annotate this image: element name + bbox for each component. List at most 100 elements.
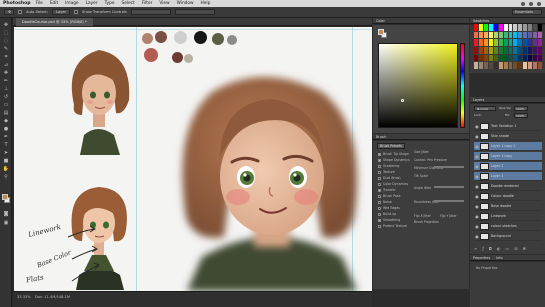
swatch-cell[interactable] [533,54,538,62]
menu-edit[interactable]: Edit [50,1,58,6]
brush-panel-tab[interactable]: Brush [373,134,469,140]
swatch-cell[interactable] [523,31,528,39]
show-transform-checkbox[interactable] [74,10,79,14]
swatch-grid[interactable] [474,24,542,69]
swatch-cell[interactable] [518,46,523,54]
swatch-cell[interactable] [523,62,528,69]
swatch-cell[interactable] [513,39,518,46]
swatch-cell[interactable] [474,62,478,69]
swatch-cell[interactable] [508,54,513,62]
hue-slider[interactable] [460,43,465,128]
swatch-cell[interactable] [538,62,542,69]
brush-option-checkbox[interactable] [378,194,381,198]
swatch-cell[interactable] [518,24,523,31]
screen-mode-icon[interactable]: ▣ [2,219,10,226]
brush-option-checkbox[interactable] [378,182,381,186]
swatch-cell[interactable] [498,31,503,39]
new-layer-icon[interactable]: ⊞ [514,246,517,251]
layer-row[interactable]: ● Skin shade [474,132,542,141]
path-select-tool-icon[interactable]: ➤ [2,149,10,156]
brush-option-checkbox[interactable] [378,170,381,174]
swatch-cell[interactable] [493,62,498,69]
swatch-cell[interactable] [513,46,518,54]
layer-row[interactable]: ● Background [474,232,542,241]
swatch-cell[interactable] [474,31,478,39]
swatch-cell[interactable] [523,46,528,54]
brush-option-checkbox[interactable] [378,212,381,216]
swatch-cell[interactable] [538,46,542,54]
crop-tool-icon[interactable]: ⌗ [2,53,10,60]
swatch-cell[interactable] [478,24,483,31]
swatch-cell[interactable] [528,46,533,54]
swatch-cell[interactable] [538,24,542,31]
brush-presets-button[interactable]: Brush Presets [377,143,405,149]
brush-option-checkbox[interactable] [378,158,381,162]
swatch-cell[interactable] [523,24,528,31]
layer-mask-icon[interactable]: ◘ [489,246,492,251]
document-tab[interactable]: DoodleCourse.psd @ 33% (RGB/8) * [16,18,93,26]
swatch-cell[interactable] [538,31,542,39]
swatch-cell[interactable] [508,31,513,39]
foreground-color-swatch[interactable] [2,194,8,200]
menu-filter[interactable]: Filter [142,1,153,6]
opacity-field[interactable]: 100% [514,106,528,111]
link-layers-icon[interactable]: ∞ [474,246,477,251]
brush-setting-label[interactable]: Control: Pen Pressure [414,158,447,162]
color-panel-tab[interactable]: Color [373,18,469,24]
swatch-cell[interactable] [523,54,528,62]
swatch-cell[interactable] [493,46,498,54]
layer-row[interactable]: ● Text Variation 1 [474,122,542,131]
swatch-cell[interactable] [513,24,518,31]
swatch-cell[interactable] [483,46,488,54]
brush-slider[interactable] [434,200,464,202]
menu-type[interactable]: Type [105,1,115,6]
swatch-cell[interactable] [498,46,503,54]
quick-select-tool-icon[interactable]: ✎ [2,45,10,52]
swatch-cell[interactable] [513,31,518,39]
swatch-cell[interactable] [498,54,503,62]
swatch-cell[interactable] [498,39,503,46]
workspace-dropdown[interactable]: Essentials [512,9,542,15]
blend-mode-dropdown[interactable]: Normal [474,106,496,111]
dodge-tool-icon[interactable]: ● [2,125,10,132]
brush-option-checkbox[interactable] [378,218,381,222]
swatch-cell[interactable] [533,31,538,39]
layer-row[interactable]: ● Layer 1 [474,172,542,181]
auto-select-dropdown[interactable]: Layer [52,9,71,15]
type-tool-icon[interactable]: T [2,141,10,148]
swatch-cell[interactable] [488,46,493,54]
layer-row[interactable]: ● Layer 2 [474,162,542,171]
swatch-cell[interactable] [474,39,478,46]
swatch-cell[interactable] [518,39,523,46]
swatch-cell[interactable] [528,24,533,31]
swatch-cell[interactable] [528,62,533,69]
move-tool-icon[interactable]: ✥ [2,21,10,28]
swatch-cell[interactable] [503,39,508,46]
brush-option-checkbox[interactable] [378,164,381,168]
swatch-cell[interactable] [488,24,493,31]
swatch-cell[interactable] [508,46,513,54]
color-panel-foreground[interactable] [378,29,384,35]
brush-tool-icon[interactable]: ✏ [2,77,10,84]
swatch-cell[interactable] [493,24,498,31]
new-group-icon[interactable]: ▭ [505,246,509,251]
swatch-cell[interactable] [474,46,478,54]
properties-tab[interactable]: Properties [473,256,490,260]
swatch-cell[interactable] [528,39,533,46]
swatch-cell[interactable] [478,31,483,39]
menu-window[interactable]: Window [177,1,194,6]
swatch-cell[interactable] [528,31,533,39]
swatch-cell[interactable] [518,31,523,39]
swatch-cell[interactable] [498,24,503,31]
swatch-cell[interactable] [483,54,488,62]
swatch-cell[interactable] [493,54,498,62]
swatch-cell[interactable] [533,46,538,54]
swatch-cell[interactable] [478,54,483,62]
swatch-cell[interactable] [483,24,488,31]
layers-panel-tab[interactable]: Layers [470,97,545,103]
swatch-cell[interactable] [503,24,508,31]
pen-tool-icon[interactable]: ✒ [2,133,10,140]
info-tab[interactable]: Info [496,256,502,260]
swatch-cell[interactable] [508,24,513,31]
layer-row[interactable]: ● Base doodle [474,202,542,211]
